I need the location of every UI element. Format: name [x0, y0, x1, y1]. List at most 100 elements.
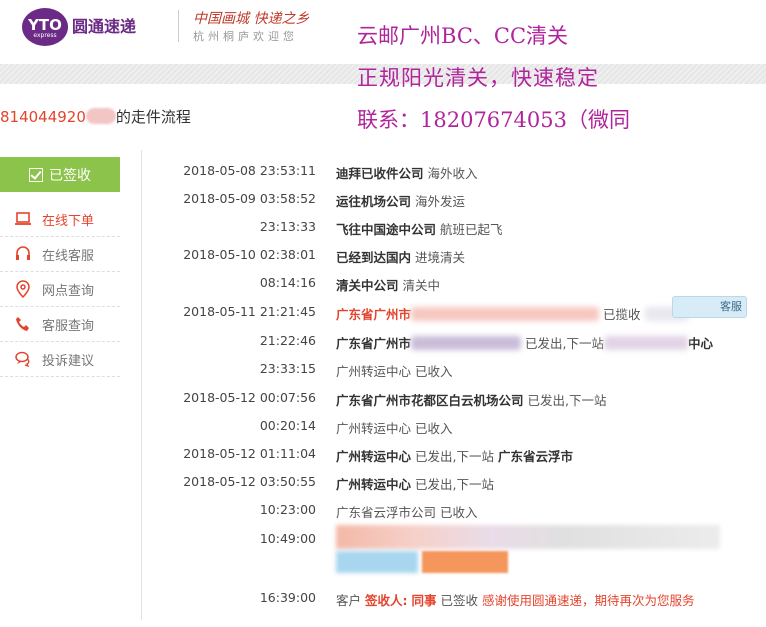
ad-line-1: 云邮广州BC、CC清关	[357, 24, 569, 48]
tracking-row: 21:22:46 广东省广州市 已发出,下一站 中心	[150, 333, 760, 355]
signed-status-button[interactable]: 已签收	[0, 157, 120, 192]
tracking-action: 已发出,下一站	[415, 477, 494, 492]
signer-name: 同事	[411, 593, 437, 608]
tracking-time: 2018-05-12 03:50:55	[183, 474, 316, 489]
ad-line-3: 联系：18207674053（微同	[357, 108, 630, 132]
tracking-action: 已收入	[415, 364, 453, 379]
tracking-action: 海外发运	[415, 194, 466, 209]
redacted-block	[336, 525, 720, 575]
tracking-row: 2018-05-10 02:38:01 已经到达国内 进境清关	[150, 247, 760, 269]
tracking-action: 已发出,下一站	[527, 393, 607, 408]
tracking-place: 运往机场公司	[336, 194, 412, 209]
tracking-place: 广州转运中心	[336, 364, 412, 379]
sidebar-item-label: 投诉建议	[42, 353, 95, 369]
chat-bubbles-icon	[14, 350, 32, 368]
tracking-place: 飞往中国途中公司	[336, 222, 437, 237]
tracking-row: 2018-05-12 03:50:55 广州转运中心 已发出,下一站	[150, 474, 760, 496]
sidebar-item-label: 网点查询	[42, 283, 95, 299]
laptop-icon	[14, 210, 32, 228]
tracking-time: 10:23:00	[259, 502, 316, 517]
tracking-row: 2018-05-11 21:21:45 广东省广州市 已揽收	[150, 304, 760, 326]
tracking-action: 航班已起飞	[440, 222, 503, 237]
tracking-row: 23:33:15 广州转运中心 已收入	[150, 361, 760, 383]
tracking-place-tail: 中心	[687, 336, 713, 351]
sidebar-item-online-order[interactable]: 在线下单	[0, 202, 120, 237]
tracking-time: 23:13:33	[259, 219, 316, 234]
thanks-message: 感谢使用圆通速递，期待再次为您服务	[481, 593, 695, 608]
tracking-number: 814044920	[0, 108, 86, 126]
tracking-action: 海外收入	[427, 166, 478, 181]
tracking-row: 10:23:00 广东省云浮市公司 已收入	[150, 502, 760, 524]
tracking-action: 已发出,下一站	[525, 336, 604, 351]
tracking-row: 2018-05-09 03:58:52 运往机场公司 海外发运	[150, 191, 760, 213]
tracking-time: 16:39:00	[259, 590, 316, 605]
redacted-text	[603, 336, 688, 350]
tracking-time: 2018-05-12 00:07:56	[183, 390, 316, 405]
tracking-row: 16:39:00 客户 签收人: 同事 已签收 感谢使用圆通速递，期待再次为您服…	[150, 590, 760, 612]
tracking-place: 迪拜已收件公司	[336, 166, 424, 181]
customer-service-tag[interactable]: 客服	[672, 296, 747, 318]
tracking-time: 21:22:46	[259, 333, 316, 348]
tracking-row: 2018-05-08 23:53:11 迪拜已收件公司 海外收入	[150, 163, 760, 185]
checkbox-icon	[29, 167, 43, 182]
tracking-time: 2018-05-10 02:38:01	[183, 247, 316, 262]
tracking-prefix: 客户	[336, 593, 362, 608]
redacted-text	[422, 551, 508, 573]
sidebar-item-label: 在线下单	[42, 213, 95, 229]
sidebar-item-label: 客服查询	[42, 318, 95, 334]
redacted-text	[411, 336, 522, 350]
tracking-time: 2018-05-08 23:53:11	[183, 163, 316, 178]
tracking-time: 2018-05-12 01:11:04	[183, 446, 316, 461]
header-divider	[178, 10, 179, 42]
signer-label: 签收人:	[365, 593, 408, 608]
tracking-row: 2018-05-12 01:11:04 广州转运中心 已发出,下一站 广东省云浮…	[150, 446, 760, 468]
tracking-place: 广州转运中心	[336, 421, 412, 436]
tracking-time: 10:49:00	[259, 531, 316, 546]
header-slogan-sub: 杭州桐庐欢迎您	[193, 30, 298, 43]
tracking-time: 2018-05-09 03:58:52	[183, 191, 316, 206]
tracking-action: 已揽收	[603, 307, 641, 322]
redacted-text	[336, 525, 720, 549]
brand-name[interactable]: 圆通速递	[72, 13, 136, 37]
tracking-place: 广东省广州市	[336, 336, 412, 351]
tracking-time: 00:20:14	[259, 418, 316, 433]
tracking-place: 清关中公司	[336, 278, 399, 293]
tracking-place: 广东省广州市	[336, 307, 412, 322]
tracking-action: 进境清关	[415, 250, 466, 265]
tracking-time: 23:33:15	[259, 361, 316, 376]
header-slogan: 中国画城 快递之乡	[193, 11, 310, 27]
page-title: 814044920 的走件流程	[0, 106, 191, 127]
phone-icon	[14, 315, 32, 333]
headset-icon	[14, 245, 32, 263]
redacted-text	[411, 307, 600, 321]
tracking-place: 已经到达国内	[336, 250, 412, 265]
tracking-row: 23:13:33 飞往中国途中公司 航班已起飞	[150, 219, 760, 241]
tracking-action: 已发出,下一站	[415, 449, 494, 464]
tracking-next-stop: 广东省云浮市	[497, 449, 573, 464]
tracking-action: 清关中	[402, 278, 441, 293]
tracking-action: 已签收	[440, 593, 478, 608]
sidebar-item-online-service[interactable]: 在线客服	[0, 237, 120, 272]
sidebar-item-outlet-search[interactable]: 网点查询	[0, 272, 120, 307]
tracking-time: 2018-05-11 21:21:45	[183, 304, 316, 319]
redacted-text	[336, 551, 418, 573]
signed-status-label: 已签收	[49, 167, 91, 184]
sidebar-item-complaints[interactable]: 投诉建议	[0, 342, 120, 377]
sidebar-menu: 在线下单 在线客服 网点查询 客服查询 投诉建议	[0, 202, 120, 377]
tracking-action: 已收入	[440, 505, 478, 520]
tracking-place: 广东省广州市花都区白云机场公司	[336, 393, 524, 408]
tracking-row: 08:14:16 清关中公司 清关中	[150, 275, 760, 297]
sidebar-item-service-query[interactable]: 客服查询	[0, 307, 120, 342]
timeline-divider	[141, 150, 142, 620]
location-pin-icon	[14, 280, 32, 298]
logo-sub: express	[33, 32, 57, 39]
tracking-row: 2018-05-12 00:07:56 广东省广州市花都区白云机场公司 已发出,…	[150, 390, 760, 412]
redacted-digits	[85, 108, 116, 124]
sidebar-item-label: 在线客服	[42, 248, 95, 264]
title-suffix: 的走件流程	[115, 108, 191, 126]
tracking-time: 08:14:16	[259, 275, 316, 290]
tracking-row: 00:20:14 广州转运中心 已收入	[150, 418, 760, 440]
tracking-place: 广州转运中心	[336, 449, 412, 464]
tracking-action: 已收入	[415, 421, 453, 436]
yto-logo[interactable]: YTO express	[22, 8, 68, 46]
